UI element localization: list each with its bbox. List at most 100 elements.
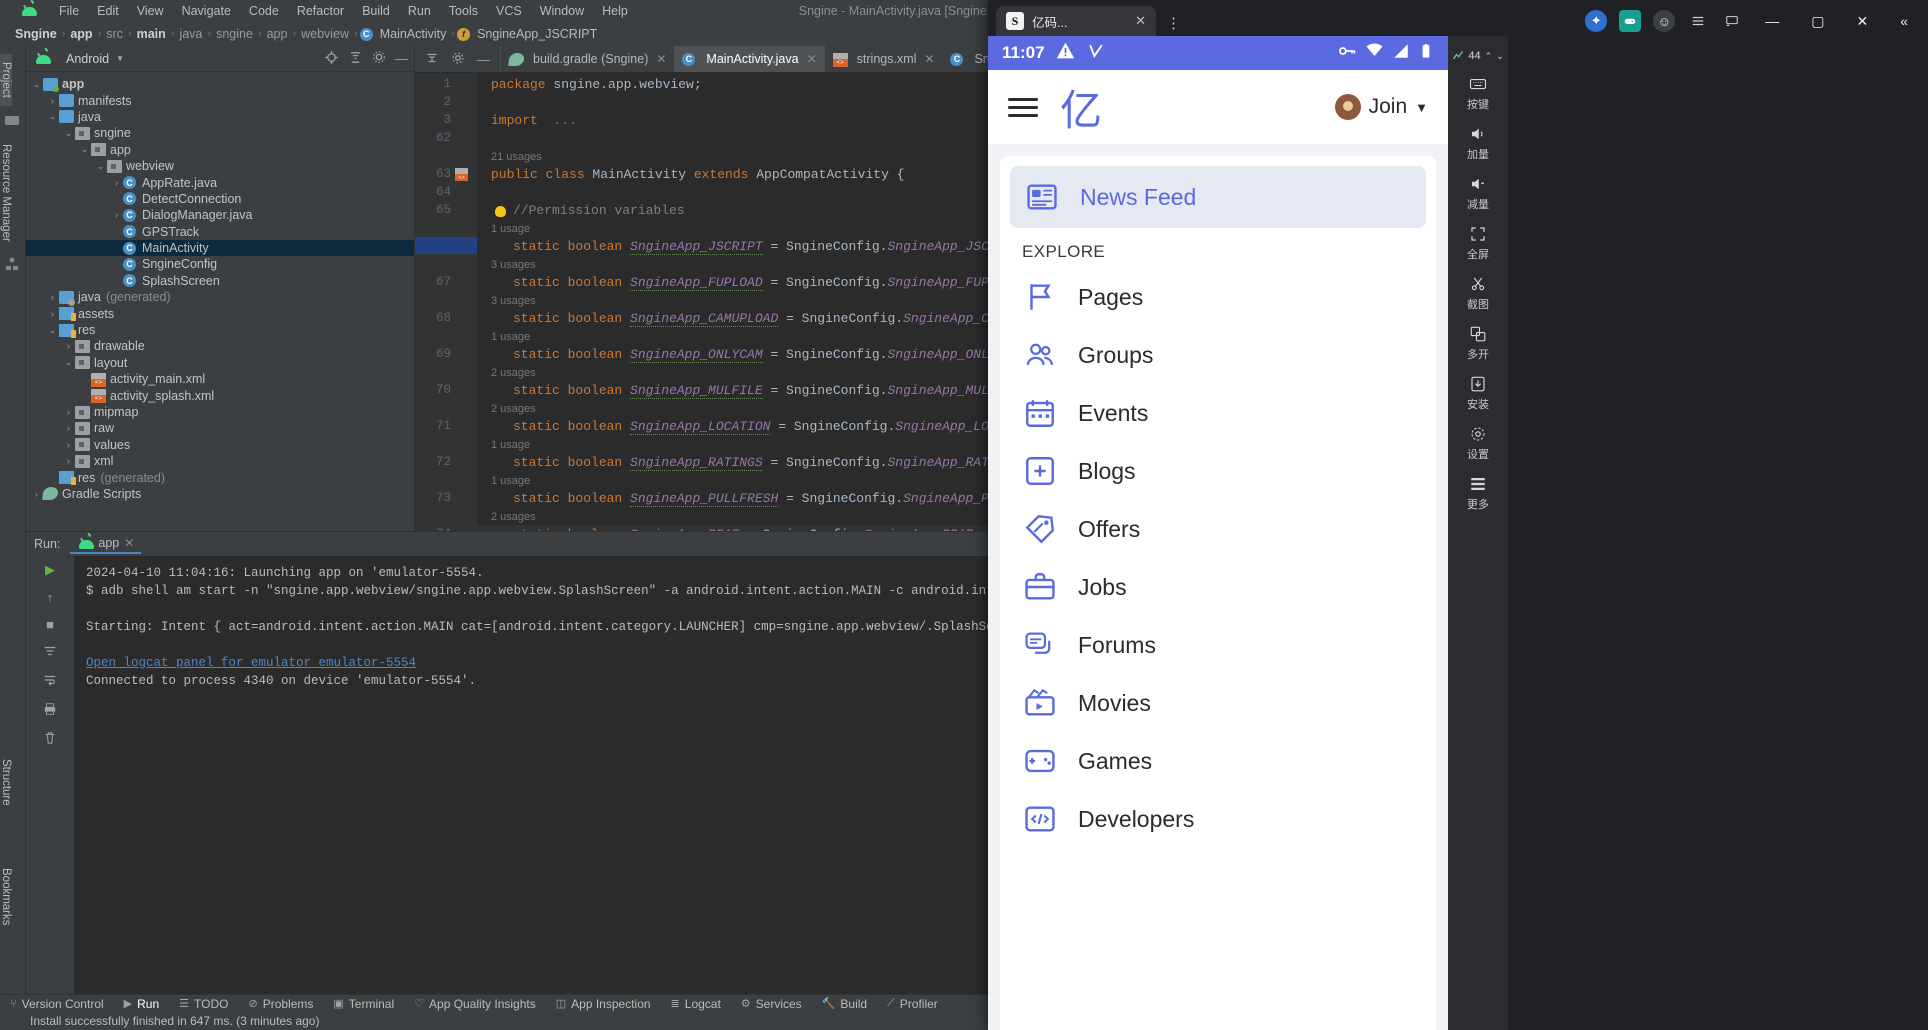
breadcrumb-main[interactable]: main bbox=[134, 27, 169, 41]
emulator-control-keyboard[interactable]: 按键 bbox=[1448, 68, 1508, 118]
tree-node-layout[interactable]: ⌄ layout bbox=[26, 355, 414, 371]
menu-run[interactable]: Run bbox=[399, 2, 440, 20]
tree-node-java[interactable]: ⌄ java bbox=[26, 109, 414, 125]
breadcrumb-java[interactable]: java bbox=[176, 27, 205, 41]
breadcrumb-webview[interactable]: webview bbox=[298, 27, 352, 41]
expand-arrow-icon[interactable]: › bbox=[62, 423, 75, 433]
tree-node-detectconnection[interactable]: C DetectConnection bbox=[26, 191, 414, 207]
tree-node-apprate-java[interactable]: › C AppRate.java bbox=[26, 174, 414, 190]
editor-tab-strings-xml[interactable]: strings.xml ✕ bbox=[825, 46, 943, 72]
menu-window[interactable]: Window bbox=[531, 2, 593, 20]
menu-build[interactable]: Build bbox=[353, 2, 399, 20]
structure-icon[interactable] bbox=[4, 256, 22, 274]
close-tab-icon[interactable]: ✕ bbox=[924, 52, 934, 66]
emulator-control-more[interactable]: 更多 bbox=[1448, 468, 1508, 518]
nav-item-events[interactable]: Events bbox=[1000, 384, 1436, 442]
tree-node-gradle-scripts[interactable]: › Gradle Scripts bbox=[26, 486, 414, 502]
emulator-control-volume-down[interactable]: 减量 bbox=[1448, 168, 1508, 218]
statusbar-profiler[interactable]: ⟋ Profiler bbox=[877, 997, 948, 1011]
nav-item-blogs[interactable]: Blogs bbox=[1000, 442, 1436, 500]
close-button[interactable]: ✕ bbox=[1846, 13, 1878, 30]
tree-node-gpstrack[interactable]: C GPSTrack bbox=[26, 224, 414, 240]
editor-gutter[interactable]: 12362636465666768697071727374 bbox=[415, 73, 477, 531]
expand-arrow-icon[interactable]: › bbox=[110, 210, 123, 220]
statusbar-problems[interactable]: ⊘ Problems bbox=[238, 997, 323, 1011]
menu-file[interactable]: File bbox=[50, 2, 88, 20]
breadcrumb-mainactivity[interactable]: MainActivity bbox=[377, 27, 450, 41]
minimize-icon[interactable]: — bbox=[477, 52, 490, 67]
tree-node-java[interactable]: › java (generated) bbox=[26, 289, 414, 306]
expand-arrow-icon[interactable]: ⌄ bbox=[78, 144, 91, 155]
expand-arrow-icon[interactable]: › bbox=[62, 407, 75, 417]
expand-arrow-icon[interactable]: ⌄ bbox=[46, 325, 59, 336]
expand-arrow-icon[interactable]: › bbox=[30, 489, 43, 499]
tree-node-res[interactable]: ⌄ res bbox=[26, 322, 414, 338]
chevron-up-icon[interactable]: ⌃ bbox=[1485, 51, 1493, 62]
chevron-down-icon[interactable]: ▼ bbox=[1415, 100, 1428, 115]
expand-arrow-icon[interactable]: › bbox=[110, 178, 123, 188]
editor-tab-build-gradle-sngine-[interactable]: build.gradle (Sngine) ✕ bbox=[501, 46, 674, 72]
tree-node-raw[interactable]: › raw bbox=[26, 420, 414, 436]
nav-item-jobs[interactable]: Jobs bbox=[1000, 558, 1436, 616]
print-icon[interactable] bbox=[43, 702, 57, 719]
emulator-control-settings[interactable]: 设置 bbox=[1448, 418, 1508, 468]
statusbar-services[interactable]: ⚙ Services bbox=[731, 997, 812, 1011]
expand-arrow-icon[interactable]: ⌄ bbox=[46, 111, 59, 122]
expand-arrow-icon[interactable]: › bbox=[46, 96, 59, 106]
gear-icon[interactable] bbox=[451, 51, 465, 68]
tree-node-assets[interactable]: › assets bbox=[26, 305, 414, 322]
statusbar-run[interactable]: ▶ Run bbox=[114, 997, 169, 1011]
tree-node-activity-main-xml[interactable]: activity_main.xml bbox=[26, 371, 414, 387]
extension-icon[interactable]: ✦ bbox=[1585, 10, 1608, 32]
hide-panel-icon[interactable]: — bbox=[395, 51, 408, 66]
menu-refactor[interactable]: Refactor bbox=[288, 2, 353, 20]
tree-node-res[interactable]: res (generated) bbox=[26, 469, 414, 486]
chevron-down-icon[interactable]: ⌄ bbox=[1496, 51, 1504, 62]
delete-icon[interactable] bbox=[43, 731, 57, 748]
filter-icon[interactable] bbox=[43, 644, 57, 661]
nav-item-forums[interactable]: Forums bbox=[1000, 616, 1436, 674]
emulator-control-multiwindow[interactable]: 多开 bbox=[1448, 318, 1508, 368]
nav-menu-scroll[interactable]: News Feed EXPLORE Pages Groups Events Blogs… bbox=[988, 144, 1448, 1030]
breadcrumb-sngine[interactable]: Sngine bbox=[12, 27, 60, 41]
statusbar-version-control[interactable]: ⑂ Version Control bbox=[0, 997, 114, 1011]
collapse-icon[interactable] bbox=[425, 51, 439, 68]
emulator-control-fullscreen[interactable]: 全屏 bbox=[1448, 218, 1508, 268]
tree-node-webview[interactable]: ⌄ webview bbox=[26, 158, 414, 174]
expand-arrow-icon[interactable]: ⌄ bbox=[30, 79, 43, 90]
collapse-all-icon[interactable] bbox=[348, 50, 363, 68]
menu-code[interactable]: Code bbox=[240, 2, 288, 20]
statusbar-terminal[interactable]: ▣ Terminal bbox=[323, 997, 404, 1011]
tree-node-app[interactable]: ⌄ app bbox=[26, 76, 414, 92]
tree-node-xml[interactable]: › xml bbox=[26, 453, 414, 469]
rerun-icon[interactable]: ▶ bbox=[45, 562, 55, 578]
collapse-button[interactable]: « bbox=[1890, 13, 1918, 29]
list-icon[interactable] bbox=[1687, 10, 1709, 32]
user-menu[interactable]: Join ▼ bbox=[1334, 94, 1428, 120]
scroll-up-icon[interactable]: ↑ bbox=[47, 590, 54, 605]
rail-resource-manager[interactable]: Resource Manager bbox=[0, 136, 12, 250]
expand-arrow-icon[interactable]: › bbox=[62, 440, 75, 450]
emulator-control-volume-up[interactable]: 加量 bbox=[1448, 118, 1508, 168]
statusbar-app-inspection[interactable]: ◫ App Inspection bbox=[546, 997, 661, 1011]
tree-node-manifests[interactable]: › manifests bbox=[26, 92, 414, 108]
nav-item-groups[interactable]: Groups bbox=[1000, 326, 1436, 384]
tree-node-mipmap[interactable]: › mipmap bbox=[26, 404, 414, 420]
expand-arrow-icon[interactable]: › bbox=[46, 309, 59, 319]
breadcrumb-field[interactable]: SngineApp_JSCRIPT bbox=[474, 27, 600, 41]
nav-item-news-feed[interactable]: News Feed bbox=[1010, 166, 1426, 228]
rail-project[interactable]: Project bbox=[0, 54, 12, 106]
statusbar-todo[interactable]: ☰ TODO bbox=[169, 997, 238, 1011]
nav-item-pages[interactable]: Pages bbox=[1000, 268, 1436, 326]
layout-marker-icon[interactable] bbox=[455, 168, 468, 181]
rail-bookmarks[interactable]: Bookmarks bbox=[0, 860, 12, 934]
cast-icon[interactable] bbox=[1721, 10, 1743, 32]
breadcrumb-src[interactable]: src bbox=[103, 27, 126, 41]
gamepad-icon[interactable] bbox=[1619, 10, 1642, 32]
emulator-control-install[interactable]: 安装 bbox=[1448, 368, 1508, 418]
emulator-control-screenshot[interactable]: 截图 bbox=[1448, 268, 1508, 318]
statusbar-build[interactable]: 🔨 Build bbox=[812, 997, 877, 1011]
expand-arrow-icon[interactable]: › bbox=[62, 456, 75, 466]
tree-node-values[interactable]: › values bbox=[26, 437, 414, 453]
tree-node-activity-splash-xml[interactable]: activity_splash.xml bbox=[26, 387, 414, 404]
